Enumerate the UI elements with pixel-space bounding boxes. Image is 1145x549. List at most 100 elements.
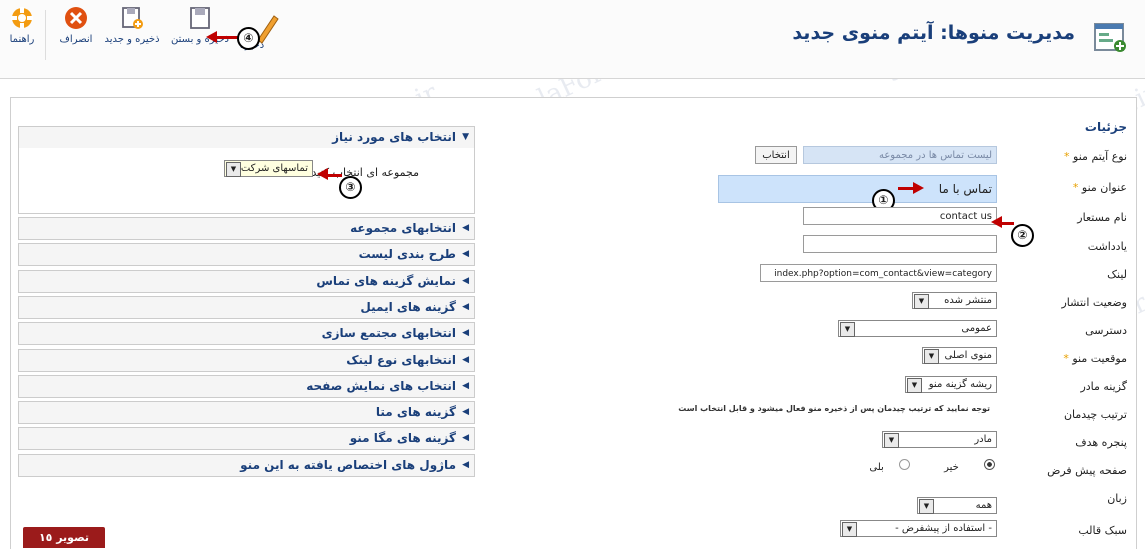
link-label: لینک (1107, 268, 1127, 281)
save-new-label: ذخیره و جدید (104, 34, 160, 45)
caret-down-icon: ▼ (462, 132, 469, 142)
menu-title-input[interactable]: تماس با ما (718, 175, 997, 203)
access-value: عمومی (961, 323, 992, 334)
menu-location-value: منوی اصلی (944, 350, 992, 361)
ordering-note: توجه نمایید که ترتیب چیدمان پس از ذخیره … (678, 404, 990, 413)
details-heading: جزئیات (1084, 120, 1127, 134)
default-page-yes-label: بلی (869, 462, 884, 473)
menu-location-label: موقعیت منو * (1063, 352, 1127, 365)
image-label: تصویر ١٥ (23, 527, 105, 548)
menu-location-select[interactable]: منوی اصلی ▼ (922, 347, 997, 364)
caret-left-icon: ◀ (462, 302, 469, 312)
help-button[interactable]: راهنما (4, 6, 40, 45)
chevron-down-icon: ▼ (842, 522, 857, 537)
language-select[interactable]: همه ▼ (917, 497, 997, 514)
save-new-icon (122, 7, 143, 29)
note-input[interactable] (803, 235, 997, 253)
accordion-required-header[interactable]: ▼ انتخاب های مورد نیاز (18, 126, 475, 149)
accordion-section-title: نمایش گزینه های تماس (316, 274, 456, 288)
chevron-down-icon: ▼ (907, 378, 922, 393)
chevron-down-icon: ▼ (919, 499, 934, 514)
caret-left-icon: ◀ (462, 460, 469, 470)
parent-item-label: گزینه مادر (1080, 380, 1127, 393)
target-window-value: مادر (974, 434, 992, 445)
accordion-required-body: مجموعه ای انتخاب کنید * تماسهای شرکت ▼ ③ (18, 148, 475, 214)
caret-left-icon: ◀ (462, 355, 469, 365)
link-input: index.php?option=com_contact&view=catego… (760, 264, 997, 282)
annotation-arrow (898, 187, 914, 190)
collection-value: تماسهای شرکت (240, 163, 308, 174)
cancel-button[interactable]: انصراف (56, 6, 96, 45)
accordion-section-title: گزینه های متا (375, 405, 456, 419)
caret-left-icon: ◀ (462, 433, 469, 443)
caret-left-icon: ◀ (462, 407, 469, 417)
page-title: مدیریت منوها: آیتم منوی جدید (792, 22, 1075, 44)
status-select[interactable]: منتشر شده ▼ (912, 292, 997, 309)
radio-unchecked-icon (899, 459, 910, 470)
language-value: همه (975, 500, 992, 511)
target-window-select[interactable]: مادر ▼ (882, 431, 997, 448)
annotation-arrow (326, 174, 342, 177)
toolbar: راهنما انصراف ذخیره و جدید ذخیره و بستن … (0, 0, 1145, 79)
save-new-button[interactable]: ذخیره و جدید (104, 6, 160, 45)
caret-left-icon: ◀ (462, 276, 469, 286)
menu-item-type-label: نوع آیتم منو * (1064, 150, 1127, 163)
default-page-no-label: خیر (944, 462, 959, 473)
default-page-no-radio[interactable]: خیر (925, 459, 995, 475)
template-style-value: - استفاده از پیشفرض - (895, 523, 992, 534)
alias-label: نام مستعار (1077, 211, 1127, 224)
accordion-section[interactable]: ◀ انتخاب های نمایش صفحه (18, 375, 475, 398)
caret-left-icon: ◀ (462, 328, 469, 338)
accordion-section[interactable]: ◀ نمایش گزینه های تماس (18, 270, 475, 293)
annotation-arrow-head (913, 182, 924, 194)
accordion-panel: ▼ انتخاب های مورد نیاز مجموعه ای انتخاب … (18, 126, 475, 548)
accordion-required-title: انتخاب های مورد نیاز (332, 130, 456, 144)
access-label: دسترسی (1085, 324, 1127, 337)
cancel-icon (65, 7, 87, 29)
accordion-section[interactable]: ◀ طرح بندی لیست (18, 243, 475, 266)
access-select[interactable]: عمومی ▼ (838, 320, 997, 337)
template-style-select[interactable]: - استفاده از پیشفرض - ▼ (840, 520, 997, 537)
caret-left-icon: ◀ (462, 223, 469, 233)
annotation-badge: ③ (339, 176, 362, 199)
menu-manager-icon (1094, 23, 1126, 52)
collection-select[interactable]: تماسهای شرکت ▼ (224, 160, 313, 177)
menu-title-label: عنوان منو * (1072, 181, 1127, 194)
status-label: وضعیت انتشار (1061, 296, 1128, 309)
save-close-button[interactable]: ذخیره و بستن (170, 6, 230, 45)
accordion-section[interactable]: ◀ انتخابهای نوع لینک (18, 349, 475, 372)
accordion-section-title: انتخابهای نوع لینک (346, 353, 456, 367)
accordion-section-title: گزینه های مگا منو (349, 431, 456, 445)
language-label: زبان (1107, 492, 1127, 505)
status-value: منتشر شده (944, 295, 992, 306)
chevron-down-icon: ▼ (924, 349, 939, 364)
parent-item-select[interactable]: ریشه گزینه منو ▼ (905, 376, 997, 393)
chevron-down-icon: ▼ (914, 294, 929, 309)
annotation-arrow (1000, 222, 1014, 225)
accordion-section[interactable]: ◀ انتخابهای مجتمع سازی (18, 322, 475, 345)
accordion-section-title: ماژول های اختصاص یافته به این منو (240, 458, 456, 472)
accordion-section[interactable]: ◀ انتخابهای مجموعه (18, 217, 475, 240)
note-label: یادداشت (1087, 240, 1127, 253)
accordion-section-title: انتخابهای مجموعه (350, 221, 456, 235)
accordion-section[interactable]: ◀ گزینه های ایمیل (18, 296, 475, 319)
cancel-label: انصراف (59, 34, 93, 45)
accordion-section[interactable]: ◀ ماژول های اختصاص یافته به این منو (18, 454, 475, 477)
caret-left-icon: ◀ (462, 381, 469, 391)
template-style-label: سبک قالب (1078, 524, 1127, 537)
accordion-section[interactable]: ◀ گزینه های متا (18, 401, 475, 424)
help-label: راهنما (9, 34, 35, 45)
target-window-label: پنجره هدف (1075, 436, 1127, 449)
alias-input[interactable]: contact us (803, 207, 997, 225)
annotation-arrow (216, 36, 238, 39)
ordering-label: ترتیب چیدمان (1063, 408, 1127, 421)
select-type-button[interactable]: انتخاب (755, 146, 797, 164)
accordion-section[interactable]: ◀ گزینه های مگا منو (18, 427, 475, 450)
accordion-section-title: طرح بندی لیست (358, 247, 456, 261)
annotation-badge: ② (1011, 224, 1034, 247)
default-page-yes-radio[interactable]: بلی (850, 459, 910, 475)
chevron-down-icon: ▼ (884, 433, 899, 448)
caret-left-icon: ◀ (462, 249, 469, 259)
annotation-arrow-head (206, 31, 217, 43)
annotation-badge: ④ (237, 27, 260, 50)
